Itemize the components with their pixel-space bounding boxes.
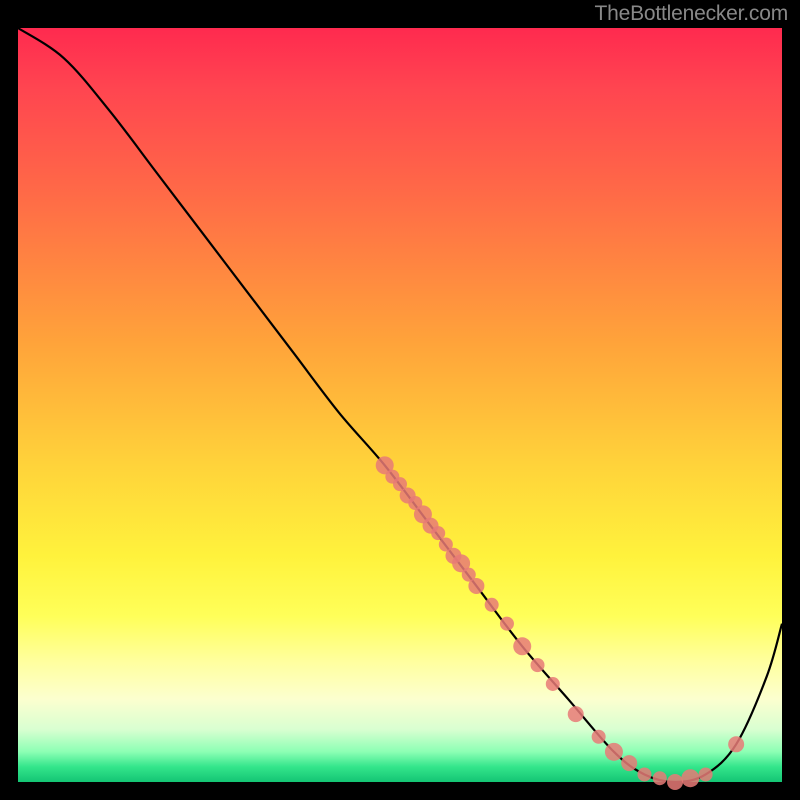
attribution-label: TheBottlenecker.com (595, 2, 788, 26)
scatter-dot (568, 706, 584, 722)
scatter-dot (637, 767, 651, 781)
chart-overlay (18, 28, 782, 782)
scatter-group (376, 456, 744, 790)
scatter-dot (468, 578, 484, 594)
scatter-dot (667, 774, 683, 790)
chart-canvas: TheBottlenecker.com (0, 0, 800, 800)
scatter-dot (728, 736, 744, 752)
scatter-dot (605, 743, 623, 761)
scatter-dot (592, 730, 606, 744)
scatter-dot (621, 755, 637, 771)
scatter-dot (531, 658, 545, 672)
scatter-dot (546, 677, 560, 691)
scatter-dot (500, 617, 514, 631)
scatter-dot (485, 598, 499, 612)
scatter-dot (513, 637, 531, 655)
bottleneck-curve (18, 28, 782, 782)
scatter-dot (681, 769, 699, 787)
scatter-dot (653, 771, 667, 785)
scatter-dot (699, 767, 713, 781)
plot-area (18, 28, 782, 782)
